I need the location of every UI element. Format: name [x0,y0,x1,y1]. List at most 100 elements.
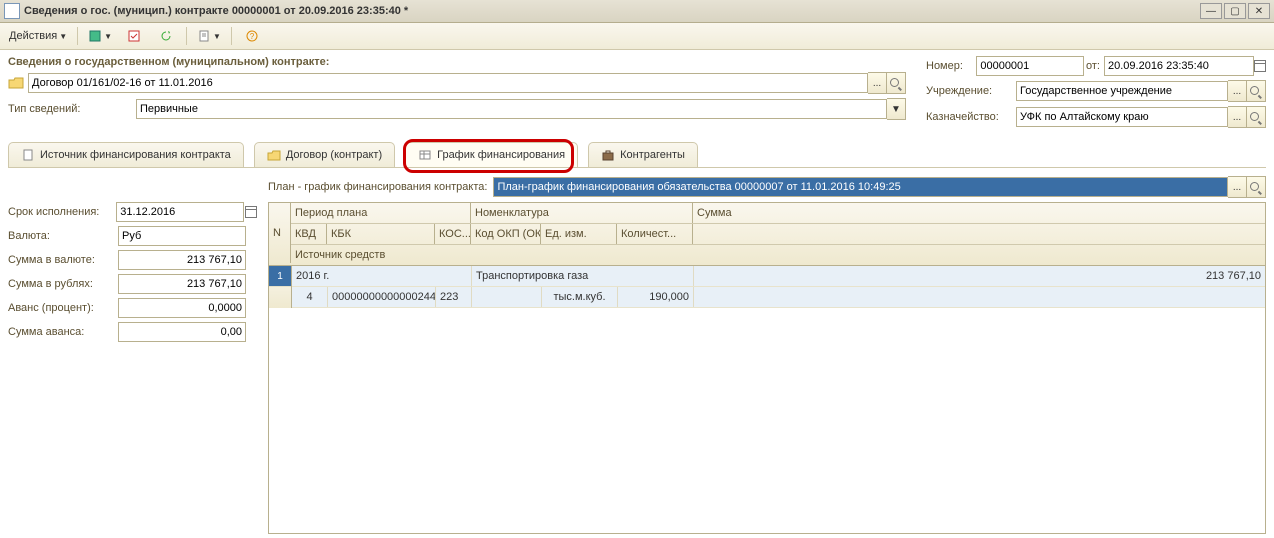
section-title: Сведения о государственном (муниципально… [8,56,906,68]
org-search-button[interactable] [1247,80,1266,102]
chevron-down-icon: ▼ [104,32,112,41]
date-picker-button[interactable] [1254,60,1266,72]
tab-financing-source[interactable]: Источник финансирования контракта [8,142,244,167]
svg-text:?: ? [250,32,255,41]
table-row[interactable]: 4 00000000000000244 223 тыс.м.куб. 190,0… [292,287,1265,308]
refresh-button[interactable] [151,25,181,47]
plan-label: План - график финансирования контракта: [268,181,487,193]
currency-input[interactable] [118,226,246,246]
tab-counterparties[interactable]: Контрагенты [588,142,698,167]
toolbar-separator [186,27,187,45]
calendar-icon [1254,60,1266,72]
document-icon [21,148,35,162]
chevron-down-icon: ▼ [59,32,67,41]
org-input[interactable] [1016,81,1228,101]
contract-search-button[interactable] [887,72,906,94]
tab-label: Договор (контракт) [286,149,382,161]
calendar-icon [245,206,257,218]
save-button[interactable]: ▼ [83,25,117,47]
folder-icon [8,76,24,90]
cell-okp[interactable] [472,287,542,307]
header-nomenclature[interactable]: Номенклатура [471,203,693,223]
minimize-button[interactable]: — [1200,3,1222,19]
row-number[interactable]: 1 [269,266,291,287]
type-label: Тип сведений: [8,103,136,115]
header-okp[interactable]: Код ОКП (ОКДП, ... [471,224,541,244]
tab-label: Источник финансирования контракта [40,149,231,161]
tab-contract[interactable]: Договор (контракт) [254,142,395,167]
treasury-search-button[interactable] [1247,106,1266,128]
treasury-label: Казначейство: [926,111,1016,123]
table-row[interactable]: 2016 г. Транспортировка газа 213 767,10 [292,266,1265,287]
org-select-button[interactable]: ... [1228,80,1247,102]
type-dropdown-button[interactable]: ▼ [887,98,906,120]
treasury-input[interactable] [1016,107,1228,127]
grid-icon [418,148,432,162]
advance-pct-input[interactable] [118,298,246,318]
header-kvd[interactable]: КВД [291,224,327,244]
search-icon [890,78,902,89]
header-qty[interactable]: Количест... [617,224,693,244]
header-unit[interactable]: Ед. изм. [541,224,617,244]
sum-rub-label: Сумма в рублях: [8,278,118,290]
plan-search-button[interactable] [1247,176,1266,198]
search-icon [1250,112,1262,123]
search-icon [1250,182,1262,193]
org-label: Учреждение: [926,85,1016,97]
financing-grid[interactable]: N Период плана Номенклатура Сумма КВД КБ… [268,202,1266,534]
cell-blank[interactable] [694,287,1265,307]
advance-sum-label: Сумма аванса: [8,326,118,338]
header-period[interactable]: Период плана [291,203,471,223]
toolbar-separator [77,27,78,45]
header-blank [778,245,1265,265]
cell-unit[interactable]: тыс.м.куб. [542,287,618,307]
treasury-select-button[interactable]: ... [1228,106,1247,128]
plan-select-button[interactable]: ... [1228,176,1247,198]
due-input[interactable] [116,202,244,222]
header-n[interactable]: N [269,203,291,263]
help-button[interactable]: ? [237,25,267,47]
cell-kvd[interactable]: 4 [292,287,328,307]
header-kbk[interactable]: КБК [327,224,435,244]
contract-select-button[interactable]: ... [868,72,887,94]
sum-currency-input[interactable] [118,250,246,270]
advance-pct-label: Аванс (процент): [8,302,118,314]
contract-lookup: ... [8,72,906,94]
due-date-picker-button[interactable] [244,206,258,218]
post-button[interactable] [119,25,149,47]
tab-financing-schedule[interactable]: График финансирования [405,142,578,167]
settings-button[interactable]: ▼ [192,25,226,47]
chevron-down-icon: ▼ [213,32,221,41]
currency-label: Валюта: [8,230,118,242]
grid-header: N Период плана Номенклатура Сумма КВД КБ… [269,203,1265,266]
search-icon [1250,86,1262,97]
sum-rub-input[interactable] [118,274,246,294]
maximize-button[interactable]: ▢ [1224,3,1246,19]
header-kos[interactable]: КОС... [435,224,471,244]
cell-period[interactable]: 2016 г. [292,266,472,286]
number-label: Номер: [926,60,976,72]
tab-label: Контрагенты [620,149,685,161]
window-title: Сведения о гос. (муницип.) контракте 000… [24,5,1198,17]
actions-label: Действия [9,30,57,42]
window-titlebar: Сведения о гос. (муницип.) контракте 000… [0,0,1274,23]
actions-menu-button[interactable]: Действия ▼ [4,25,72,47]
type-input[interactable] [136,99,887,119]
plan-input[interactable] [493,177,1228,197]
number-input[interactable] [976,56,1084,76]
folder-icon [267,148,281,162]
cell-nomenclature[interactable]: Транспортировка газа [472,266,694,286]
cell-qty[interactable]: 190,000 [618,287,694,307]
cell-kos[interactable]: 223 [436,287,472,307]
contract-input[interactable] [28,73,868,93]
header-source[interactable]: Источник средств [291,245,778,265]
advance-sum-input[interactable] [118,322,246,342]
date-input[interactable] [1104,56,1254,76]
header-sum[interactable]: Сумма [693,203,1265,223]
cell-sum[interactable]: 213 767,10 [694,266,1265,286]
toolbar: Действия ▼ ▼ ▼ ? [0,23,1274,50]
from-label: от: [1084,60,1100,72]
cell-kbk[interactable]: 00000000000000244 [328,287,436,307]
document-icon [4,3,20,19]
close-button[interactable]: ✕ [1248,3,1270,19]
